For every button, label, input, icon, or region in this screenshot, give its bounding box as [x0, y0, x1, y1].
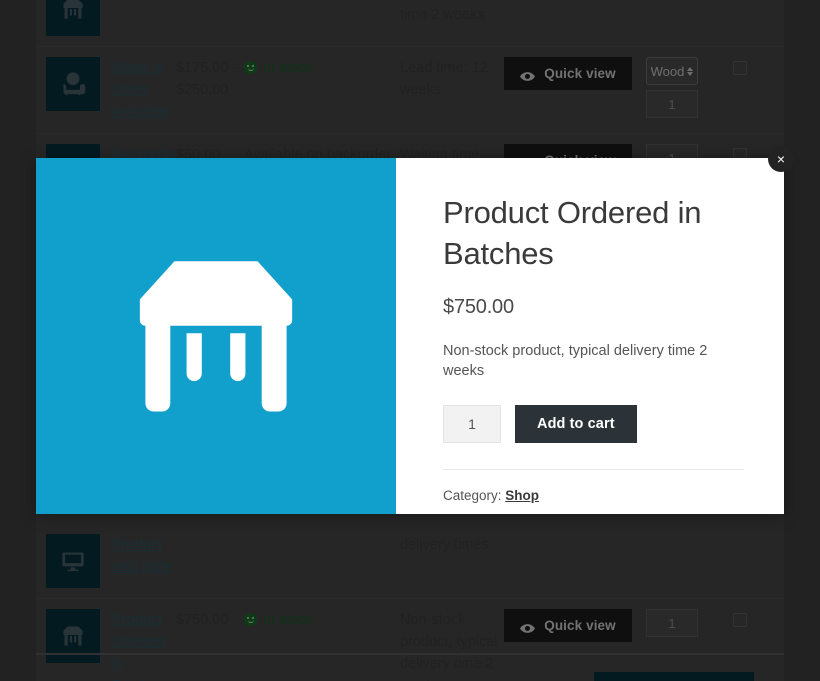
product-details-panel: Product Ordered in Batches $750.00 Non-s… — [396, 158, 784, 514]
table-icon — [100, 244, 332, 429]
meta-divider — [443, 469, 744, 470]
quantity-input[interactable] — [443, 405, 501, 443]
close-glyph: × — [776, 151, 786, 167]
product-price: $750.00 — [443, 296, 514, 318]
product-image-panel — [36, 158, 396, 514]
page-title: Product Ordered in Batches — [443, 195, 702, 271]
product-description: Non-stock product, typical delivery time… — [443, 343, 708, 379]
product-meta: Category: Shop — [443, 488, 744, 503]
category-label: Category: — [443, 488, 502, 503]
add-to-cart-button[interactable]: Add to cart — [515, 405, 637, 443]
quick-view-screen: Batches typical delivery time 2 weeks Ma… — [0, 0, 820, 681]
quick-view-modal: Product Ordered in Batches $750.00 Non-s… — [36, 158, 784, 514]
close-icon[interactable]: × — [768, 146, 794, 172]
category-link[interactable]: Shop — [505, 488, 539, 503]
add-to-cart-form: Add to cart — [443, 405, 744, 443]
